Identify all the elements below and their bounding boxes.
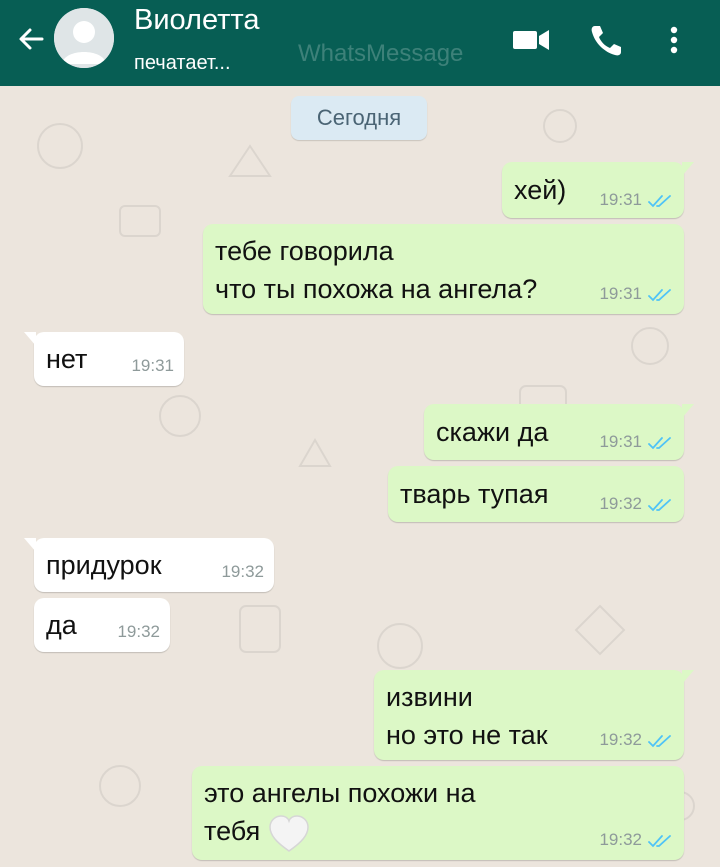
message-time: 19:31 <box>599 190 642 209</box>
message-text: тварь тупая <box>400 479 549 509</box>
more-vertical-icon[interactable] <box>654 20 694 60</box>
message-text: извини но это не так <box>386 682 548 750</box>
typing-status: печатает... <box>134 52 231 74</box>
message-time: 19:31 <box>599 432 642 451</box>
message-meta: 19:32 <box>117 622 160 642</box>
message-bubble[interactable]: нет 19:31 <box>24 332 184 386</box>
message-text: тебе говорила что ты похожа на ангела? <box>215 236 538 304</box>
message-bubble[interactable]: придурок 19:32 <box>24 538 274 592</box>
message-time: 19:32 <box>117 622 160 641</box>
message-meta: 19:31 <box>599 284 674 304</box>
message-bubble[interactable]: скажи да 19:31 <box>424 404 694 460</box>
message-time: 19:32 <box>221 562 264 581</box>
message-time: 19:32 <box>599 830 642 849</box>
message-meta: 19:31 <box>131 356 174 376</box>
message-text: это ангелы похожи на тебя <box>204 778 476 846</box>
contact-name[interactable]: Виолетта <box>134 4 260 37</box>
read-ticks-icon <box>648 194 671 207</box>
message-bubble[interactable]: тебе говорила что ты похожа на ангела? 1… <box>203 224 684 314</box>
read-ticks-icon <box>648 498 671 511</box>
message-bubble[interactable]: тварь тупая 19:32 <box>388 466 684 522</box>
message-meta: 19:31 <box>599 432 674 452</box>
message-bubble[interactable]: да 19:32 <box>34 598 170 652</box>
message-text: хей) <box>514 175 567 205</box>
message-bubble[interactable]: это ангелы похожи на тебя 19:32 <box>192 766 684 860</box>
read-ticks-icon <box>648 734 671 747</box>
read-ticks-icon <box>648 288 671 301</box>
message-time: 19:31 <box>131 356 174 375</box>
message-text: да <box>46 610 77 640</box>
phone-icon[interactable] <box>586 20 630 60</box>
message-text: придурок <box>46 550 162 580</box>
arrow-left-icon[interactable] <box>14 22 48 56</box>
message-time: 19:31 <box>599 284 642 303</box>
message-text: скажи да <box>436 417 549 447</box>
message-time: 19:32 <box>599 494 642 513</box>
default-avatar-icon <box>54 8 114 68</box>
message-text: нет <box>46 344 88 374</box>
date-divider: Сегодня <box>291 96 427 140</box>
read-ticks-icon <box>648 436 671 449</box>
video-call-icon[interactable] <box>510 20 554 60</box>
message-meta: 19:32 <box>599 494 674 514</box>
message-meta: 19:32 <box>599 730 674 750</box>
chat-area[interactable]: Сегодня хей) 19:31 тебе говорила что ты … <box>0 86 720 867</box>
message-meta: 19:32 <box>599 830 674 850</box>
message-bubble[interactable]: хей) 19:31 <box>502 162 694 218</box>
chat-header: Виолетта печатает... WhatsMessage <box>0 0 720 86</box>
watermark: WhatsMessage <box>298 40 464 67</box>
white-heart-icon <box>269 815 309 852</box>
avatar[interactable] <box>54 8 114 68</box>
message-meta: 19:31 <box>599 190 674 210</box>
message-meta: 19:32 <box>221 562 264 582</box>
read-ticks-icon <box>648 834 671 847</box>
message-bubble[interactable]: извини но это не так 19:32 <box>374 670 694 760</box>
message-time: 19:32 <box>599 730 642 749</box>
